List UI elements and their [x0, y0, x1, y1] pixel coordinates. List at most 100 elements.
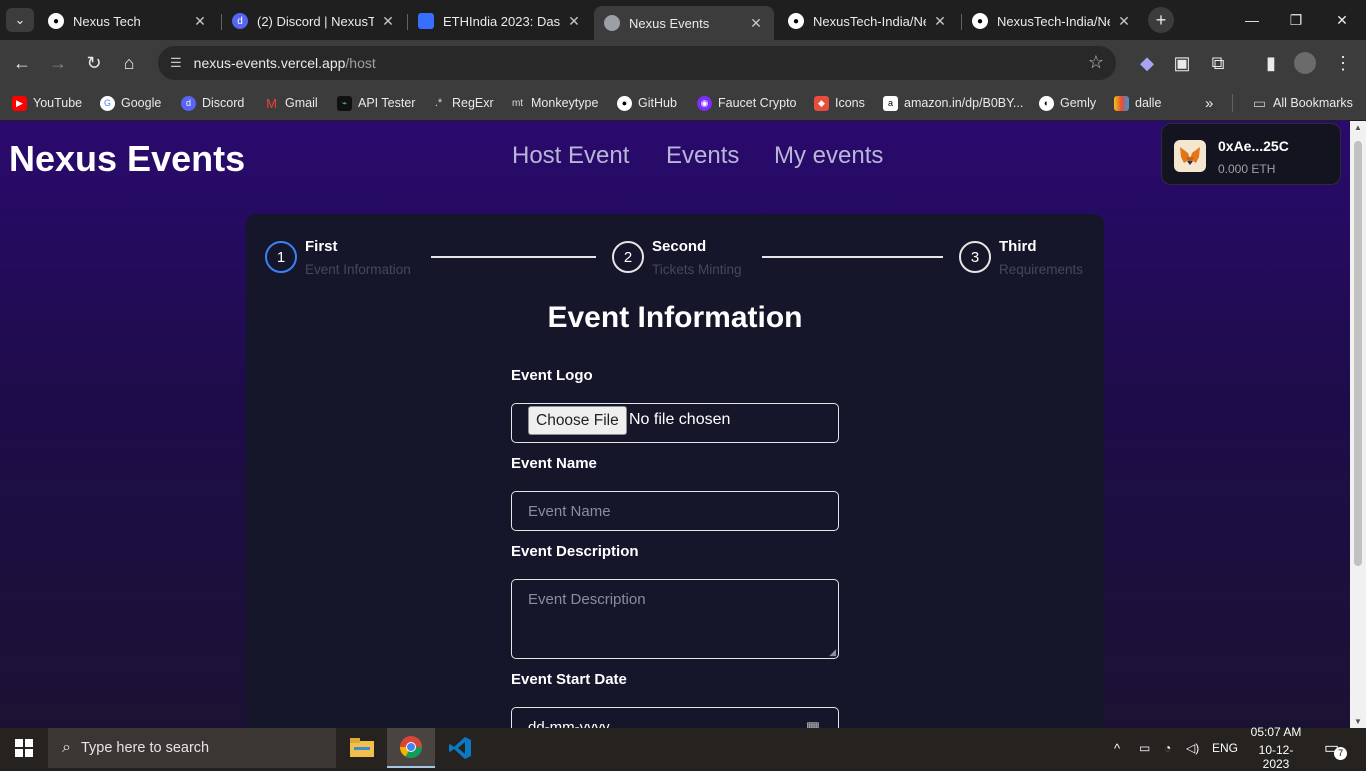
- tab-nexus-events[interactable]: Nexus Events ✕: [594, 6, 774, 40]
- bookmark-faucet-crypto[interactable]: ◉ Faucet Crypto: [697, 93, 797, 113]
- tab-ethindia[interactable]: ETHIndia 2023: Dashboard ✕: [408, 6, 592, 36]
- bookmark-gemly[interactable]: ◐ Gemly: [1039, 93, 1096, 113]
- all-bookmarks-button[interactable]: ▭ All Bookmarks: [1252, 93, 1353, 113]
- bookmarks-bar: ▶ YouTube G Google d Discord M Gmail ⌁ API Te…: [0, 86, 1366, 121]
- api-tester-icon: ⌁: [337, 95, 352, 111]
- wallet-address: 0xAe...25C: [1218, 138, 1289, 154]
- taskbar-search[interactable]: ⌕ Type here to search: [48, 728, 336, 768]
- tab-github-repo-1[interactable]: ● NexusTech-India/Nexus ✕: [778, 6, 958, 36]
- browser-toolbar: ← → ↻ ⌂ ☰ nexus-events.vercel.app/host ☆…: [0, 40, 1366, 86]
- close-icon[interactable]: ✕: [380, 13, 396, 30]
- tab-nexus-tech[interactable]: ● Nexus Tech ✕: [38, 6, 218, 36]
- scrollbar-thumb[interactable]: [1354, 141, 1362, 566]
- choose-file-button[interactable]: Choose File: [528, 406, 627, 435]
- dalle-icon: [1114, 95, 1129, 111]
- bookmark-label: RegExr: [452, 96, 494, 110]
- plus-icon: +: [1155, 9, 1167, 30]
- event-logo-file-input[interactable]: Choose File No file chosen: [511, 403, 839, 443]
- start-button[interactable]: [0, 728, 48, 768]
- bookmark-api-tester[interactable]: ⌁ API Tester: [337, 93, 415, 113]
- step-2-title: Second: [652, 238, 707, 255]
- side-panel-icon[interactable]: ▮: [1258, 50, 1284, 76]
- bookmark-label: All Bookmarks: [1273, 96, 1353, 110]
- calendar-icon[interactable]: ▦: [806, 708, 820, 728]
- more-bookmarks-button[interactable]: »: [1205, 93, 1213, 113]
- nav-events[interactable]: Events: [666, 142, 739, 170]
- icons-icon: ◆: [814, 95, 829, 111]
- bookmark-icons[interactable]: ◆ Icons: [814, 93, 865, 113]
- home-button[interactable]: ⌂: [116, 50, 142, 76]
- resize-handle-icon[interactable]: ◢: [829, 647, 836, 658]
- nav-my-events[interactable]: My events: [774, 142, 883, 170]
- event-description-label: Event Description: [511, 543, 639, 560]
- window-close-button[interactable]: ✕: [1322, 8, 1362, 32]
- star-icon[interactable]: ☆: [1088, 52, 1104, 73]
- wifi-icon[interactable]: ◔: [1164, 728, 1171, 768]
- bookmark-google[interactable]: G Google: [100, 93, 161, 113]
- chrome-taskbar-icon[interactable]: [387, 728, 435, 768]
- clock[interactable]: 05:07 AM 10-12-2023: [1248, 725, 1304, 771]
- bookmark-label: Gemly: [1060, 96, 1097, 110]
- restore-button[interactable]: ❐: [1276, 8, 1316, 32]
- address-bar[interactable]: ☰ nexus-events.vercel.app/host ☆: [158, 46, 1116, 80]
- step-1-title: First: [305, 238, 338, 255]
- close-icon[interactable]: ✕: [192, 13, 208, 30]
- bookmark-monkeytype[interactable]: mt Monkeytype: [510, 93, 598, 113]
- windows-logo-icon: [15, 739, 33, 757]
- extension-icon[interactable]: ◆: [1134, 50, 1160, 76]
- site-info-icon[interactable]: ☰: [170, 55, 182, 71]
- scroll-down-arrow-icon[interactable]: ▼: [1354, 717, 1362, 726]
- wallet-balance: 0.000 ETH: [1218, 162, 1276, 176]
- wallet-button[interactable]: 0xAe...25C 0.000 ETH: [1161, 123, 1341, 185]
- tab-discord[interactable]: d (2) Discord | NexusTech ✕: [222, 6, 406, 36]
- extension-icon[interactable]: ▣: [1169, 50, 1195, 76]
- bookmark-youtube[interactable]: ▶ YouTube: [12, 93, 82, 113]
- close-icon[interactable]: ✕: [1116, 13, 1132, 30]
- bookmark-amazon[interactable]: a amazon.in/dp/B0BY...: [883, 93, 1023, 113]
- show-hidden-icons-icon[interactable]: ^: [1114, 728, 1120, 768]
- bookmark-discord[interactable]: d Discord: [181, 93, 244, 113]
- volume-icon[interactable]: ◁): [1186, 728, 1199, 768]
- puzzle-icon[interactable]: ⧉: [1205, 50, 1231, 76]
- step-connector: [762, 256, 943, 258]
- step-2-indicator[interactable]: 2: [612, 241, 644, 273]
- step-3-indicator[interactable]: 3: [959, 241, 991, 273]
- tab-title: NexusTech-India/Nexus: [997, 13, 1110, 29]
- forward-button[interactable]: →: [45, 50, 71, 76]
- language-indicator[interactable]: ENG: [1212, 728, 1238, 768]
- bookmark-label: GitHub: [638, 96, 677, 110]
- tab-search-button[interactable]: ⌄: [6, 8, 34, 32]
- bookmark-github[interactable]: ● GitHub: [617, 93, 677, 113]
- tab-strip: ⌄ ● Nexus Tech ✕ d (2) Discord | NexusTe…: [0, 0, 1366, 40]
- back-button[interactable]: ←: [9, 50, 35, 76]
- nav-host-event[interactable]: Host Event: [512, 142, 629, 170]
- notifications-button[interactable]: ▭ 7: [1324, 728, 1348, 768]
- bookmark-dalle[interactable]: dalle: [1114, 93, 1161, 113]
- page-scrollbar[interactable]: ▲ ▼: [1350, 121, 1366, 728]
- event-start-date-input[interactable]: dd-mm-yyyy ▦: [511, 707, 839, 728]
- bookmark-gmail[interactable]: M Gmail: [264, 93, 318, 113]
- close-icon[interactable]: ✕: [932, 13, 948, 30]
- event-description-textarea[interactable]: Event Description ◢: [511, 579, 839, 659]
- minimize-button[interactable]: —: [1232, 8, 1272, 32]
- battery-icon[interactable]: ▭: [1139, 728, 1150, 768]
- file-explorer-icon[interactable]: [338, 728, 386, 768]
- step-3-subtitle: Requirements: [999, 262, 1084, 277]
- close-icon[interactable]: ✕: [566, 13, 582, 30]
- reload-button[interactable]: ↻: [81, 50, 107, 76]
- close-icon[interactable]: ✕: [748, 15, 764, 32]
- bookmark-regexr[interactable]: .* RegExr: [431, 93, 494, 113]
- step-1-indicator[interactable]: 1: [265, 241, 297, 273]
- profile-avatar[interactable]: [1294, 52, 1316, 74]
- scroll-up-arrow-icon[interactable]: ▲: [1354, 123, 1362, 132]
- tab-github-repo-2[interactable]: ● NexusTech-India/Nexus ✕: [962, 6, 1142, 36]
- event-name-input[interactable]: Event Name: [511, 491, 839, 531]
- event-description-placeholder: Event Description: [528, 591, 646, 608]
- new-tab-button[interactable]: +: [1148, 7, 1174, 33]
- url-host: nexus-events.vercel.app: [193, 55, 346, 71]
- brand-logo[interactable]: Nexus Events: [9, 138, 245, 180]
- bookmark-label: Google: [121, 96, 162, 110]
- vscode-icon[interactable]: [436, 728, 484, 768]
- menu-icon[interactable]: ⋮: [1330, 50, 1356, 76]
- bookmark-label: amazon.in/dp/B0BY...: [904, 96, 1024, 110]
